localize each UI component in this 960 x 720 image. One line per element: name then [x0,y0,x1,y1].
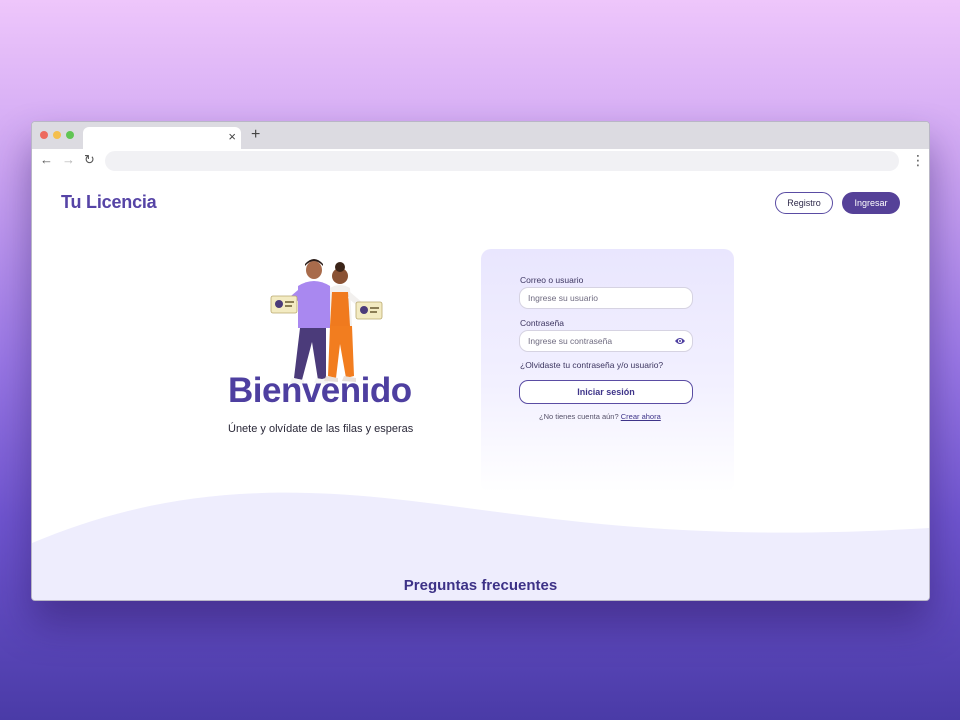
forward-arrow-icon[interactable]: → [62,152,75,168]
user-field-label: Correo o usuario [520,275,584,285]
back-arrow-icon[interactable]: ← [40,152,53,168]
browser-tab-bar: × + [32,122,929,149]
eye-icon[interactable] [674,336,686,346]
user-input[interactable]: Ingrese su usuario [519,287,693,309]
page-content: Tu Licencia Registro Ingresar Bienvenido… [32,173,929,600]
faq-heading: Preguntas frecuentes [403,577,558,594]
password-input[interactable]: Ingrese su contraseña [519,330,693,352]
address-bar[interactable] [105,151,899,171]
signup-prompt: ¿No tienes cuenta aún? Crear ahora [539,412,661,421]
minimize-window-dot[interactable] [53,131,61,139]
login-form-card: Correo o usuario Ingrese su usuario Cont… [481,249,734,493]
brand-logo[interactable]: Tu Licencia [61,192,157,213]
password-placeholder: Ingrese su contraseña [528,336,613,346]
create-account-link[interactable]: Crear ahora [621,412,661,421]
reload-icon[interactable]: ↻ [84,152,95,168]
close-icon[interactable]: × [228,129,236,144]
browser-tab[interactable]: × [83,127,241,149]
new-tab-icon[interactable]: + [251,126,260,144]
welcome-heading: Bienvenido [228,371,412,410]
forgot-password-link[interactable]: ¿Olvidaste tu contraseña y/o usuario? [520,360,663,370]
browser-toolbar: ← → ↻ ⋮ [32,149,929,173]
welcome-tagline: Únete y olvídate de las filas y esperas [228,423,414,435]
maximize-window-dot[interactable] [66,131,74,139]
kebab-menu-icon[interactable]: ⋮ [911,152,925,168]
register-button[interactable]: Registro [775,192,833,214]
close-window-dot[interactable] [40,131,48,139]
login-nav-button[interactable]: Ingresar [842,192,900,214]
browser-window: × + ← → ↻ ⋮ Tu Licencia Registro Ingresa… [31,121,930,601]
password-field-label: Contraseña [520,318,564,328]
login-submit-button[interactable]: Iniciar sesión [519,380,693,404]
no-account-text: ¿No tienes cuenta aún? [539,412,619,421]
